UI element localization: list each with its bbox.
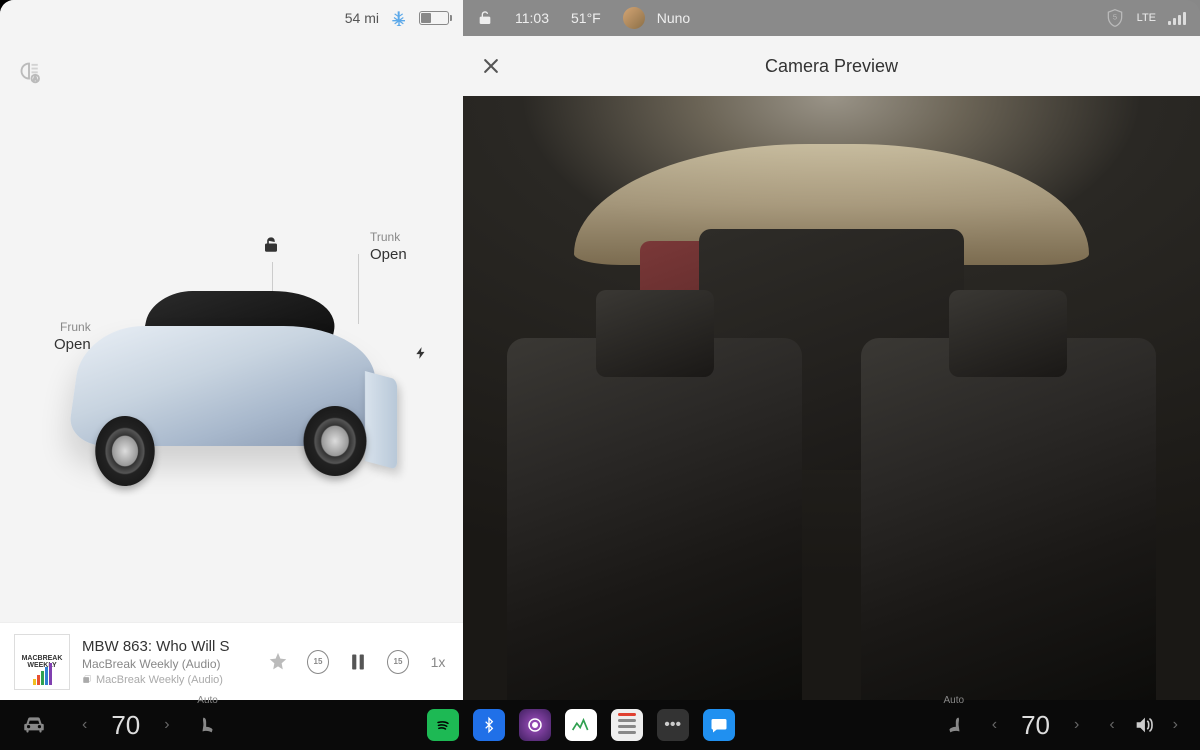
temp-up-left[interactable]: ›	[160, 716, 173, 734]
volume-up[interactable]: ›	[1169, 716, 1182, 734]
shield-icon[interactable]: 5	[1105, 7, 1125, 29]
favorite-button[interactable]	[267, 651, 289, 673]
temp-down-left[interactable]: ‹	[78, 716, 91, 734]
volume-button[interactable]	[1133, 714, 1155, 736]
app-energy[interactable]	[565, 709, 597, 741]
artwork-text: MACBREAK	[22, 655, 63, 662]
media-artwork[interactable]: MACBREAK WEEKLY	[14, 634, 70, 690]
driver-name[interactable]: Nuno	[657, 10, 690, 26]
app-dashcam[interactable]	[519, 709, 551, 741]
app-tray: •••	[427, 709, 735, 741]
seat-heat-right[interactable]	[938, 709, 970, 741]
outside-temp: 51°F	[571, 10, 601, 26]
seat-heat-mode-right: Auto	[943, 695, 964, 706]
app-messages[interactable]	[703, 709, 735, 741]
media-player: MACBREAK WEEKLY MBW 863: Who Will S MacB…	[0, 622, 463, 700]
battery-icon	[419, 11, 449, 25]
unlock-icon[interactable]	[477, 10, 493, 26]
driver-temp[interactable]: 70	[105, 710, 146, 741]
seat-heat-left[interactable]	[192, 709, 224, 741]
media-subtitle: MacBreak Weekly (Audio)	[82, 657, 255, 671]
app-bluetooth[interactable]	[473, 709, 505, 741]
car-controls-button[interactable]	[18, 709, 50, 741]
camera-title: Camera Preview	[463, 56, 1200, 77]
app-toybox[interactable]	[611, 709, 643, 741]
status-bar-left: 54 mi	[0, 0, 463, 36]
play-pause-button[interactable]	[347, 651, 369, 673]
camera-panel: 11:03 51°F Nuno 5 LTE Camera Preview	[463, 0, 1200, 700]
trunk-label: Trunk	[370, 230, 407, 244]
media-title: MBW 863: Who Will S	[82, 638, 255, 655]
trunk-state: Open	[370, 246, 407, 263]
bottom-dock: ‹ 70 › Auto ••• Auto ‹ 70	[0, 700, 1200, 750]
lock-button[interactable]	[262, 236, 280, 254]
status-bar-right: 11:03 51°F Nuno 5 LTE	[463, 0, 1200, 36]
cabin-camera-feed[interactable]	[463, 96, 1200, 700]
app-more[interactable]: •••	[657, 709, 689, 741]
driver-avatar[interactable]	[623, 7, 645, 29]
signal-icon	[1168, 11, 1186, 25]
vehicle-panel: 54 mi A Frunk Open Trunk Open	[0, 0, 463, 700]
camera-header: Camera Preview	[463, 36, 1200, 96]
media-info[interactable]: MBW 863: Who Will S MacBreak Weekly (Aud…	[82, 638, 255, 686]
network-type: LTE	[1137, 12, 1156, 24]
close-button[interactable]	[481, 56, 501, 76]
seat-heat-mode-left: Auto	[197, 695, 218, 706]
car-render	[55, 266, 415, 496]
volume-down[interactable]: ‹	[1105, 716, 1118, 734]
vehicle-visualization: Frunk Open Trunk Open	[0, 36, 463, 622]
skip-forward-button[interactable]: 15	[387, 651, 409, 673]
temp-down-right[interactable]: ‹	[988, 716, 1001, 734]
passenger-temp[interactable]: 70	[1015, 710, 1056, 741]
skip-back-button[interactable]: 15	[307, 651, 329, 673]
app-spotify[interactable]	[427, 709, 459, 741]
trunk-control[interactable]: Trunk Open	[370, 230, 407, 263]
charge-port-button[interactable]	[414, 344, 428, 362]
clock: 11:03	[515, 10, 549, 26]
snowflake-icon	[391, 10, 407, 26]
temp-up-right[interactable]: ›	[1070, 716, 1083, 734]
svg-text:5: 5	[1113, 13, 1117, 22]
playback-speed-button[interactable]: 1x	[427, 651, 449, 673]
range-value: 54 mi	[345, 10, 379, 26]
media-source: MacBreak Weekly (Audio)	[82, 674, 255, 686]
